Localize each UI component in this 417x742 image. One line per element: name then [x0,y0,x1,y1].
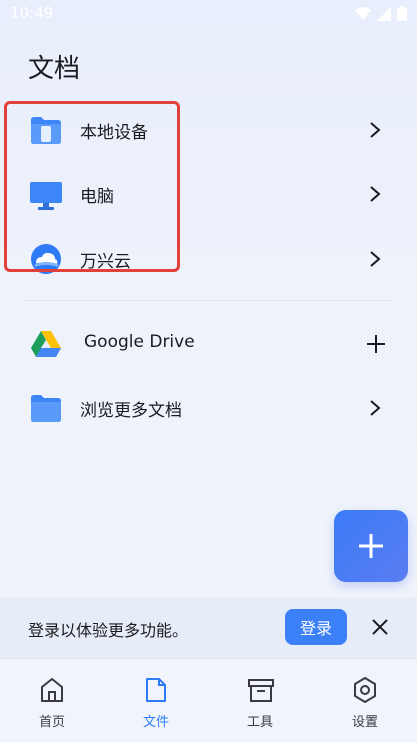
settings-hex-icon [354,677,376,703]
signal-icon [377,6,391,21]
nav-item-settings[interactable]: 设置 [315,659,415,742]
status-bar: 10:49 [0,0,417,30]
wifi-icon [355,6,371,20]
login-button[interactable]: 登录 [285,609,347,645]
google-drive-icon [31,331,61,357]
status-time: 10:49 [10,4,54,22]
highlight-annotation-box [4,101,180,272]
nav-item-files[interactable]: 文件 [106,659,206,742]
home-icon [41,678,63,702]
nav-label: 设置 [351,715,378,730]
divider [24,300,392,301]
bottom-navigation: 首页 文件 工具 设置 [0,658,417,741]
nav-item-home[interactable]: 首页 [2,659,102,742]
status-icons [355,6,407,21]
chevron-right-icon [370,186,381,202]
add-fab-button[interactable] [334,510,408,582]
battery-icon [397,6,407,21]
login-prompt-bar: 登录以体验更多功能。 登录 [0,598,417,658]
plus-icon [359,534,383,558]
nav-label: 工具 [246,715,273,730]
close-icon[interactable] [370,617,390,637]
login-prompt-text: 登录以体验更多功能。 [28,621,189,640]
nav-item-tools[interactable]: 工具 [210,659,310,742]
list-item-browse-more[interactable]: 浏览更多文档 [0,380,417,436]
nav-label: 首页 [38,715,65,730]
list-item-label: 浏览更多文档 [80,401,182,421]
list-item-google-drive[interactable]: Google Drive [0,316,417,372]
archive-box-icon [248,679,274,702]
list-item-label: Google Drive [84,332,195,352]
file-icon [146,678,166,702]
plus-icon[interactable] [364,332,388,356]
chevron-right-icon [370,400,381,416]
folder-icon [31,395,61,422]
nav-label: 文件 [142,715,169,730]
chevron-right-icon [370,251,381,267]
page-title: 文档 [28,54,81,84]
chevron-right-icon [370,122,381,138]
